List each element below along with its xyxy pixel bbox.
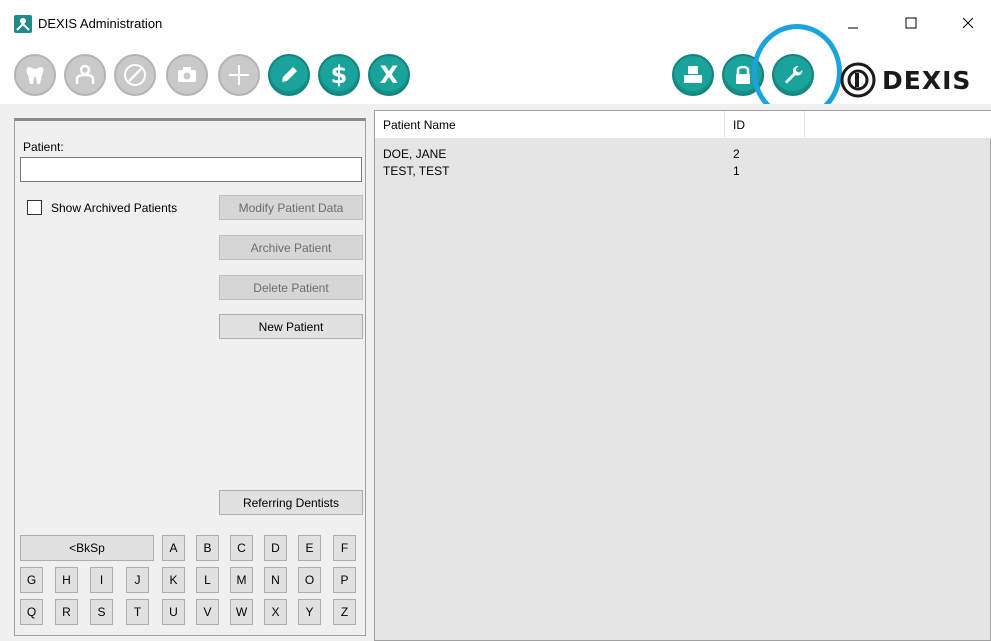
modify-patient-button[interactable]: Modify Patient Data xyxy=(219,195,363,220)
lock-icon xyxy=(736,65,750,84)
patient-list[interactable]: Patient Name ID DOE, JANE 2 TEST, TEST 1 xyxy=(374,110,991,641)
settings-button[interactable] xyxy=(772,54,814,96)
edit-pencil-icon xyxy=(282,67,297,82)
edit-button[interactable] xyxy=(268,54,310,96)
patient-label: Patient: xyxy=(23,140,64,154)
key-u[interactable]: U xyxy=(162,599,185,625)
billing-button[interactable]: $ xyxy=(318,54,360,96)
key-d[interactable]: D xyxy=(264,535,287,561)
x-icon: X xyxy=(379,61,399,89)
key-x[interactable]: X xyxy=(264,599,287,625)
printer-icon xyxy=(684,66,702,83)
key-s[interactable]: S xyxy=(90,599,113,625)
show-archived-label: Show Archived Patients xyxy=(51,201,178,215)
key-l[interactable]: L xyxy=(196,567,219,593)
patient-button[interactable] xyxy=(64,54,106,96)
close-button[interactable] xyxy=(945,8,991,38)
list-header: Patient Name ID xyxy=(375,111,991,139)
key-o[interactable]: O xyxy=(298,567,321,593)
pencil-slash-icon xyxy=(124,64,146,86)
patient-icon xyxy=(75,64,95,84)
list-row[interactable]: DOE, JANE 2 xyxy=(375,147,991,163)
column-header-patient-name[interactable]: Patient Name xyxy=(375,111,725,139)
new-patient-button[interactable]: New Patient xyxy=(219,314,363,339)
key-g[interactable]: G xyxy=(20,567,43,593)
tooth-icon xyxy=(26,67,44,84)
patient-search-input[interactable] xyxy=(20,157,362,182)
key-e[interactable]: E xyxy=(298,535,321,561)
print-button[interactable] xyxy=(672,54,714,96)
plus-icon xyxy=(229,65,249,85)
key-p[interactable]: P xyxy=(333,567,356,593)
list-row[interactable]: TEST, TEST 1 xyxy=(375,164,991,180)
camera-button[interactable] xyxy=(166,54,208,96)
key-b[interactable]: B xyxy=(196,535,219,561)
dexis-logo-icon xyxy=(840,62,876,98)
referring-dentists-button[interactable]: Referring Dentists xyxy=(219,490,363,515)
key-v[interactable]: V xyxy=(196,599,219,625)
key-f[interactable]: F xyxy=(333,535,356,561)
key-t[interactable]: T xyxy=(126,599,149,625)
key-y[interactable]: Y xyxy=(298,599,321,625)
key-z[interactable]: Z xyxy=(333,599,356,625)
key-w[interactable]: W xyxy=(230,599,253,625)
dexis-app-icon xyxy=(14,15,32,33)
key-m[interactable]: M xyxy=(230,567,253,593)
maximize-icon xyxy=(905,17,917,29)
patient-name-cell: TEST, TEST xyxy=(383,164,450,178)
key-r[interactable]: R xyxy=(55,599,78,625)
key-k[interactable]: K xyxy=(162,567,185,593)
patient-id-cell: 2 xyxy=(733,147,740,161)
main-area: Patient: Show Archived Patients Modify P… xyxy=(0,104,991,641)
security-button[interactable] xyxy=(722,54,764,96)
patient-id-cell: 1 xyxy=(733,164,740,178)
minimize-button[interactable] xyxy=(830,8,876,38)
show-archived-checkbox[interactable] xyxy=(27,200,42,215)
key-h[interactable]: H xyxy=(55,567,78,593)
column-header-id[interactable]: ID xyxy=(725,111,805,139)
close-icon xyxy=(962,17,974,29)
draw-button[interactable] xyxy=(114,54,156,96)
tooth-button[interactable] xyxy=(14,54,56,96)
exit-button[interactable]: X xyxy=(368,54,410,96)
window-title: DEXIS Administration xyxy=(38,16,163,31)
camera-icon xyxy=(178,67,196,82)
title-bar: DEXIS Administration xyxy=(0,0,991,48)
dollar-icon: $ xyxy=(330,61,348,89)
key-n[interactable]: N xyxy=(264,567,287,593)
key-i[interactable]: I xyxy=(90,567,113,593)
key-c[interactable]: C xyxy=(230,535,253,561)
backspace-key[interactable]: <BkSp xyxy=(20,535,154,561)
dexis-logo: DEXIS xyxy=(838,60,971,100)
key-q[interactable]: Q xyxy=(20,599,43,625)
wrench-icon xyxy=(785,66,803,84)
add-button[interactable] xyxy=(218,54,260,96)
patient-name-cell: DOE, JANE xyxy=(383,147,447,161)
key-a[interactable]: A xyxy=(162,535,185,561)
archive-patient-button[interactable]: Archive Patient xyxy=(219,235,363,260)
delete-patient-button[interactable]: Delete Patient xyxy=(219,275,363,300)
maximize-button[interactable] xyxy=(888,8,934,38)
key-j[interactable]: J xyxy=(126,567,149,593)
minimize-icon xyxy=(848,27,858,29)
patient-search-panel: Patient: Show Archived Patients Modify P… xyxy=(14,118,366,636)
brand-name: DEXIS xyxy=(882,65,972,95)
